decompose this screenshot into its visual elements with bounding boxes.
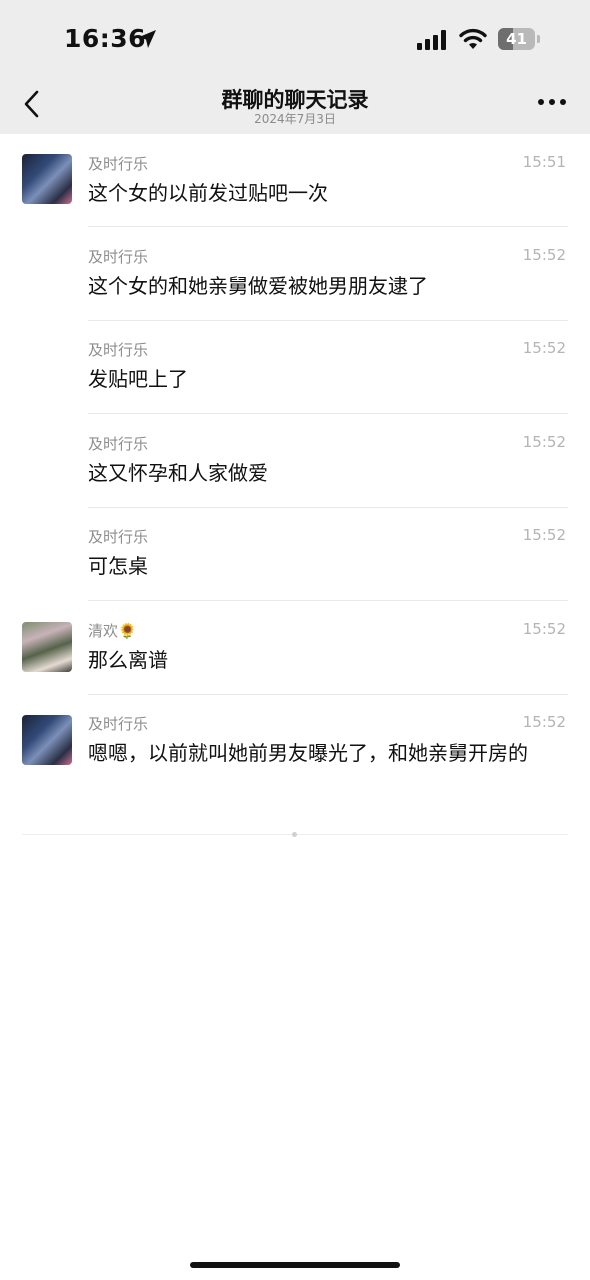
wifi-icon <box>459 28 487 49</box>
message-text: 发贴吧上了 <box>88 367 188 391</box>
divider <box>88 413 568 414</box>
top-area: 16:36 41 群聊的聊天记录 2024年7月3日 <box>0 0 590 134</box>
cellular-signal-icon <box>417 30 446 50</box>
message-text: 这个女的和她亲舅做爱被她男朋友逮了 <box>88 274 428 298</box>
page-date: 2024年7月3日 <box>254 112 336 126</box>
sender-name: 及时行乐 <box>88 341 149 359</box>
message-time: 15:52 <box>522 526 566 544</box>
battery-cap <box>537 35 540 43</box>
message-time: 15:51 <box>522 153 566 171</box>
message-text: 这个女的以前发过贴吧一次 <box>88 181 328 205</box>
avatar[interactable] <box>22 715 72 765</box>
message-time: 15:52 <box>522 433 566 451</box>
chat-message: 及时行乐 15:52 这又怀孕和人家做爱 <box>0 415 590 508</box>
chat-message: 及时行乐 15:52 可怎桌 <box>0 508 590 602</box>
more-icon[interactable] <box>536 96 568 108</box>
avatar[interactable] <box>22 154 72 204</box>
sender-name: 及时行乐 <box>88 248 149 266</box>
sender-name: 及时行乐 <box>88 435 149 453</box>
chevron-left-icon[interactable] <box>18 88 46 120</box>
chat-message: 及时行乐 15:52 这个女的和她亲舅做爱被她男朋友逮了 <box>0 228 590 321</box>
home-indicator <box>190 1262 400 1268</box>
chat-message: 及时行乐 15:51 这个女的以前发过贴吧一次 <box>0 134 590 228</box>
divider <box>88 226 568 227</box>
message-text: 嗯嗯，以前就叫她前男友曝光了，和她亲舅开房的 <box>88 741 528 765</box>
message-time: 15:52 <box>522 246 566 264</box>
end-dot <box>292 832 297 837</box>
message-time: 15:52 <box>522 713 566 731</box>
battery-icon: 41 <box>498 28 542 50</box>
message-text: 那么离谱 <box>88 648 168 672</box>
chat-message: 及时行乐 15:52 嗯嗯，以前就叫她前男友曝光了，和她亲舅开房的 <box>0 695 590 825</box>
location-arrow-icon <box>138 30 156 48</box>
battery-percent: 41 <box>506 30 527 48</box>
chat-message: 及时行乐 15:52 发贴吧上了 <box>0 321 590 415</box>
sender-name: 及时行乐 <box>88 155 149 173</box>
battery-body: 41 <box>498 28 535 50</box>
message-time: 15:52 <box>522 339 566 357</box>
avatar[interactable] <box>22 622 72 672</box>
sender-name: 及时行乐 <box>88 715 149 733</box>
message-time: 15:52 <box>522 620 566 638</box>
divider <box>88 600 568 601</box>
status-bar: 16:36 41 <box>0 0 590 80</box>
message-text: 这又怀孕和人家做爱 <box>88 461 268 485</box>
sender-name: 及时行乐 <box>88 528 149 546</box>
sender-name: 清欢🌻 <box>88 622 137 640</box>
status-time: 16:36 <box>64 24 147 53</box>
message-text: 可怎桌 <box>88 554 148 578</box>
chat-message: 清欢🌻 15:52 那么离谱 <box>0 602 590 695</box>
